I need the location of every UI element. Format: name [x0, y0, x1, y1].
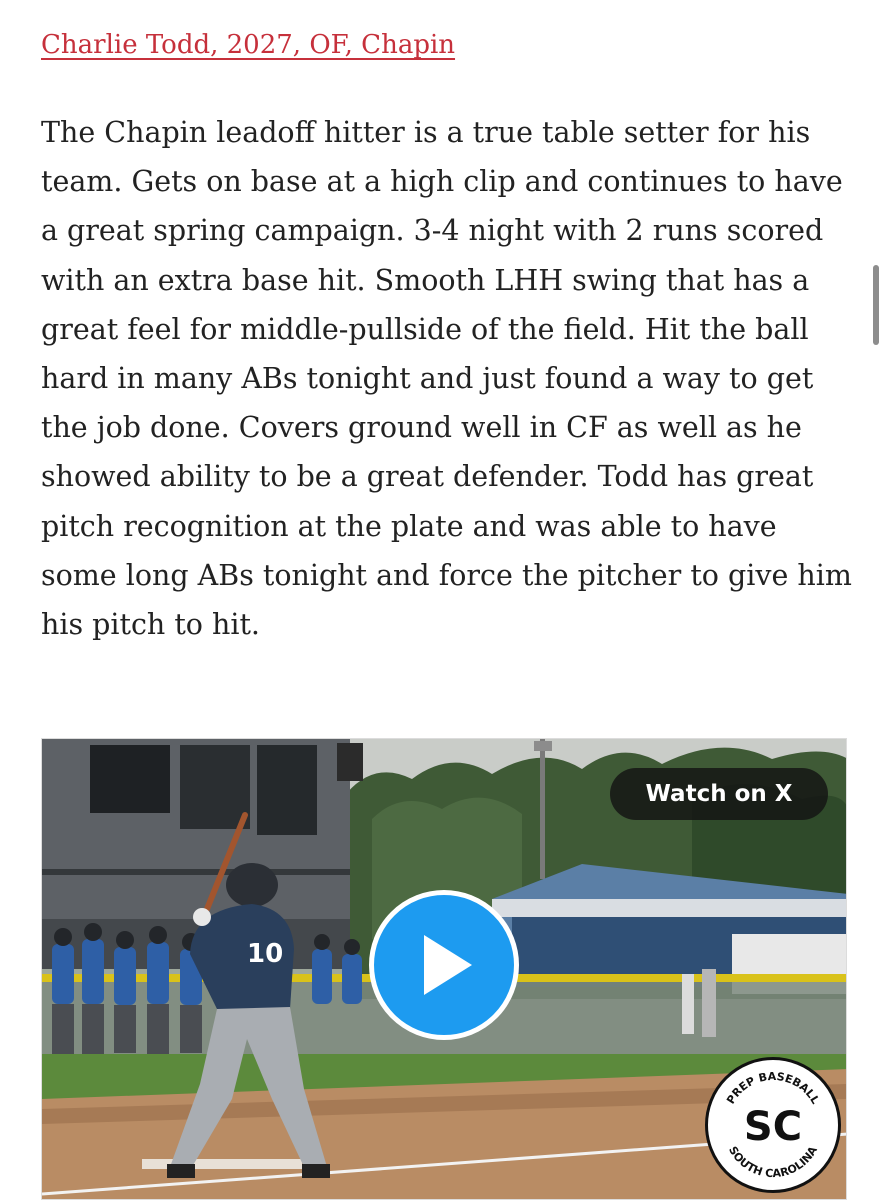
play-button[interactable] — [369, 890, 519, 1040]
video-embed[interactable]: 10 Watch on X PREP BASEBALL SOUTH CAROLI… — [41, 738, 847, 1200]
article-headline-link[interactable]: Charlie Todd, 2027, OF, Chapin — [41, 30, 455, 60]
scrollbar[interactable] — [873, 265, 879, 345]
svg-text:SC: SC — [744, 1104, 802, 1150]
svg-text:PREP BASEBALL: PREP BASEBALL — [724, 1070, 822, 1106]
watch-on-x-label: Watch on X — [645, 781, 793, 807]
play-icon — [424, 935, 472, 995]
prep-baseball-sc-logo: PREP BASEBALL SOUTH CAROLINA SC — [705, 1057, 841, 1193]
article-body: The Chapin leadoff hitter is a true tabl… — [41, 116, 852, 642]
watch-on-x-button[interactable]: Watch on X — [610, 768, 828, 820]
jersey-number: 10 — [247, 939, 284, 969]
